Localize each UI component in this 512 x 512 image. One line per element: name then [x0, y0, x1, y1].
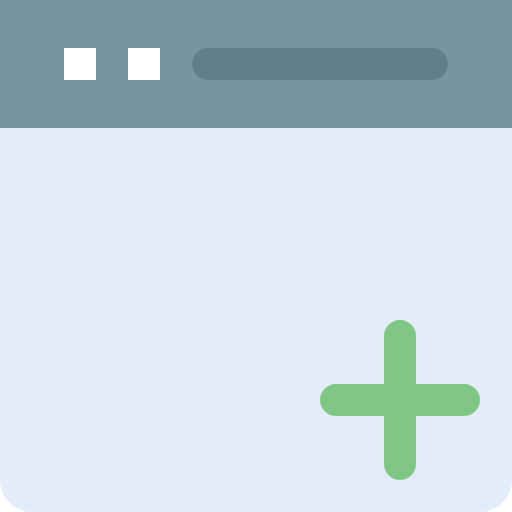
titlebar [0, 0, 512, 128]
window-control-square-icon[interactable] [64, 48, 96, 80]
add-button[interactable] [320, 320, 480, 480]
browser-window [0, 0, 512, 512]
plus-icon [320, 320, 480, 480]
address-bar[interactable] [192, 48, 448, 80]
window-control-square-icon[interactable] [128, 48, 160, 80]
